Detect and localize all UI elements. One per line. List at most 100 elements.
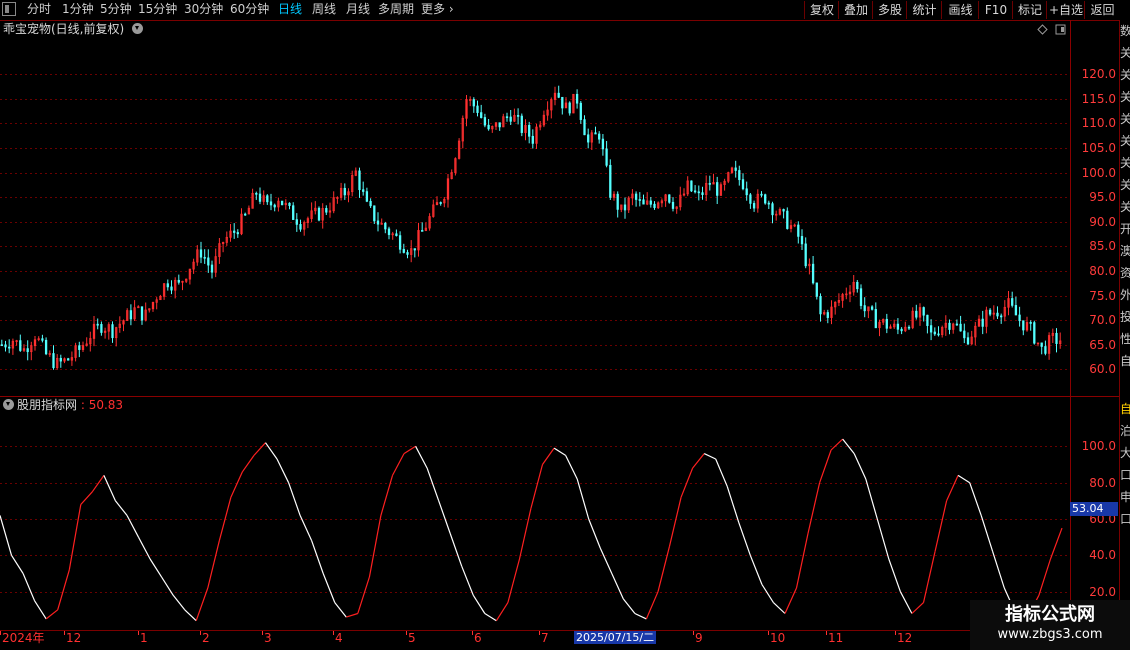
candle-body (233, 230, 236, 233)
indicator-segment (368, 515, 382, 578)
candle-body (258, 193, 262, 202)
time-tick (472, 631, 473, 635)
candle-body (1040, 342, 1043, 347)
indicator-segment (934, 500, 948, 552)
indicator-segment (657, 546, 671, 592)
indicator-segment (957, 474, 971, 484)
indicator-segment (599, 547, 613, 574)
time-tick-label: 2024年 (2, 631, 45, 645)
indicator-segment (322, 573, 336, 603)
indicator-segment (518, 507, 532, 560)
time-tick-label: 9 (695, 631, 703, 645)
time-tick (539, 631, 540, 635)
candle-body (207, 257, 210, 266)
candle-body (1014, 305, 1018, 316)
strip-char: 关 (1120, 152, 1130, 174)
candle-body (376, 220, 380, 225)
indicator-segment (346, 612, 358, 618)
indicator-segment (668, 497, 682, 547)
indicator-segment (438, 500, 451, 534)
time-tick (826, 631, 827, 635)
candle-body (594, 132, 597, 135)
time-tick-label: 10 (770, 631, 786, 645)
indicator-segment (91, 475, 105, 493)
candle-body (693, 190, 697, 193)
time-axis: 2024年12123456789101112 (0, 630, 1070, 645)
indicator-segment (761, 584, 774, 603)
watermark: 指标公式网 www.zbgs3.com (970, 600, 1130, 650)
candle-body (996, 312, 999, 317)
time-tick (64, 631, 65, 635)
candle-body (767, 202, 770, 205)
candle-body (575, 93, 579, 104)
cursor-date-badge: 2025/07/15/二 (574, 631, 657, 644)
candle-body (387, 228, 391, 235)
indicator-segment (80, 491, 93, 505)
indicator-segment (738, 522, 751, 556)
indicator-segment (415, 446, 428, 469)
candle-body (244, 213, 247, 216)
indicator-segment (265, 442, 278, 460)
candle-body (8, 346, 11, 349)
candle-body (734, 167, 737, 171)
time-tick-label: 3 (264, 631, 272, 645)
right-side-strip: 数关关关关关关关关开澳资外投性自 自泊大口申口 (1119, 20, 1130, 634)
indicator-tick-label: 80.0 (1089, 475, 1116, 490)
candle-body (623, 204, 627, 211)
indicator-segment (0, 515, 13, 556)
candle-body (900, 328, 903, 332)
candle-body (966, 337, 970, 345)
candle-body (856, 281, 859, 290)
indicator-segment (865, 478, 878, 520)
indicator-segment (403, 445, 416, 455)
strip-char: 申 (1120, 486, 1130, 508)
diamond-icon[interactable] (1037, 24, 1048, 35)
candle-body (288, 202, 291, 206)
candle-body (44, 339, 48, 355)
time-tick-label: 12 (897, 631, 913, 645)
status-strip (0, 645, 1130, 650)
candle-body (402, 248, 405, 253)
strip-char: 关 (1120, 108, 1130, 130)
indicator-segment (68, 504, 82, 571)
time-tick (693, 631, 694, 635)
indicator-segment (853, 453, 867, 480)
strip-char: 关 (1120, 196, 1130, 218)
indicator-segment (1049, 527, 1063, 560)
indicator-segment (103, 475, 116, 502)
candle-body (483, 117, 487, 126)
candle-body (509, 116, 512, 122)
candle-body (561, 96, 564, 109)
candle-body (859, 288, 863, 306)
indicator-segment (795, 533, 809, 589)
candle-body (760, 193, 763, 196)
candle-body (963, 330, 966, 339)
candle-body (815, 282, 818, 297)
candle-body (295, 219, 298, 225)
candle-body (929, 325, 933, 333)
candle-body (634, 193, 638, 200)
strip-char: 口 (1120, 464, 1130, 486)
price-tick-label: 85.0 (1089, 238, 1116, 253)
candle-body (616, 193, 619, 210)
candle-body (170, 286, 173, 291)
candle-body (716, 182, 719, 196)
price-tick-label: 80.0 (1089, 263, 1116, 278)
candle-body (745, 188, 748, 196)
window-toggle-icon[interactable] (1055, 24, 1066, 35)
price-tick-label: 65.0 (1089, 337, 1116, 352)
indicator-segment (611, 573, 624, 600)
strip-char: 大 (1120, 442, 1130, 464)
candle-body (708, 183, 711, 185)
candle-body (111, 324, 114, 339)
candle-body (520, 115, 523, 133)
chevron-down-icon[interactable] (132, 23, 144, 34)
candle-body (505, 116, 509, 119)
candle-body (804, 243, 807, 267)
candle-body (472, 99, 475, 107)
candle-body (476, 105, 479, 113)
candle-body (421, 230, 424, 232)
indicator-segment (334, 602, 347, 618)
strip-char: 外 (1120, 284, 1130, 306)
chevron-down-icon[interactable] (3, 399, 14, 410)
